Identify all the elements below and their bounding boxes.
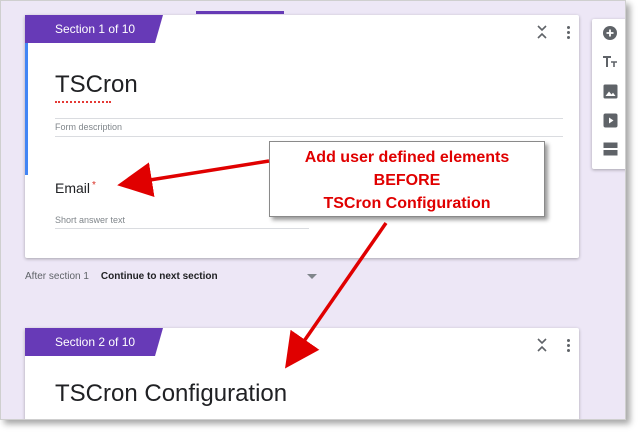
form-editor: Section 1 of 10 TSCron Form description … [0,0,626,420]
arrow-to-email [117,159,270,197]
arrow-to-configuration [285,222,388,369]
annotation-arrows [117,159,388,369]
